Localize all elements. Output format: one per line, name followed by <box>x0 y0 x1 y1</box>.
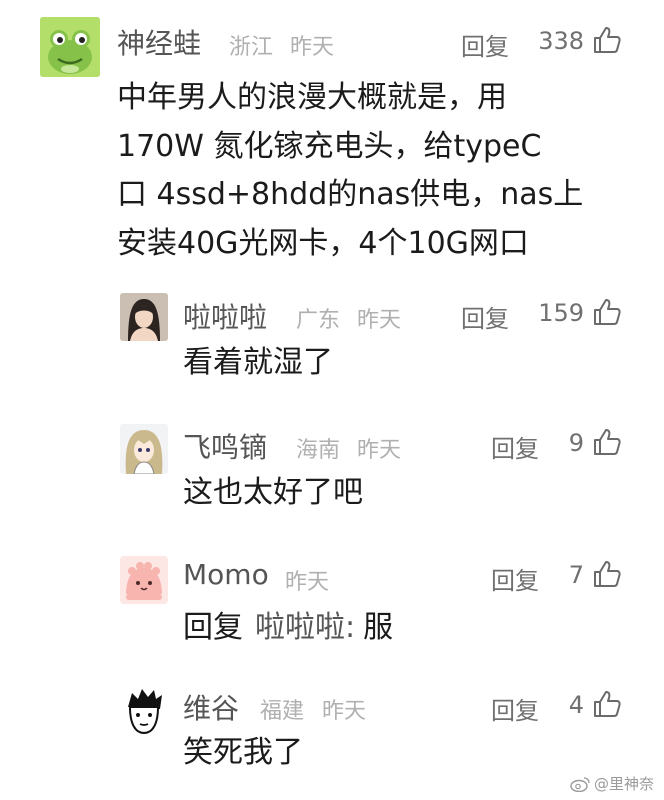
comment-text-line: 中年男人的浪漫大概就是，用 <box>117 80 507 115</box>
comment-text-line: 这也太好了吧 <box>183 475 363 510</box>
like-count: 9 <box>568 429 584 457</box>
reply-button[interactable]: 回复 <box>491 429 539 464</box>
comment-body: 看着就湿了 <box>183 341 333 385</box>
comment-body: 回复 啦啦啦: 服 <box>183 606 393 650</box>
username[interactable]: 维谷 <box>183 687 239 727</box>
watermark-text: @里神奈 <box>593 775 654 793</box>
reply-item: 啦啦啦 广东 昨天 回复 159 看着就湿了 <box>0 280 664 400</box>
comment-text-line: 口 4ssd+8hdd的nas供电，nas上 <box>117 177 584 212</box>
reply-button[interactable]: 回复 <box>491 691 539 726</box>
watermark: @里神奈 <box>570 773 654 794</box>
comment-body: 这也太好了吧 <box>183 471 363 515</box>
cute-animal-icon <box>120 556 168 604</box>
username[interactable]: 啦啦啦 <box>183 296 267 336</box>
reply-prefix: 回复 <box>183 610 243 645</box>
thumbs-up-icon[interactable] <box>592 427 622 457</box>
like-count: 7 <box>568 561 584 589</box>
frog-avatar[interactable] <box>40 17 100 77</box>
location-label: 广东 <box>296 308 341 333</box>
username[interactable]: 神经蛙 <box>117 22 201 62</box>
reply-target-username[interactable]: 啦啦啦: <box>255 610 355 645</box>
time-label: 昨天 <box>357 438 402 463</box>
comment-text-line: 笑死我了 <box>183 735 303 770</box>
comment-body: 笑死我了 <box>183 731 303 775</box>
comment-text-line: 170W 氮化镓充电头，给typeC <box>117 128 542 164</box>
thumbs-up-icon[interactable] <box>592 559 622 589</box>
location-label: 浙江 <box>229 35 274 60</box>
like-count: 159 <box>538 299 584 327</box>
reply-item: 维谷 福建 昨天 回复 4 笑死我了 <box>0 675 664 795</box>
pink-cat-avatar[interactable] <box>120 556 168 604</box>
anime-girl-avatar[interactable] <box>120 424 168 474</box>
anime-character-icon <box>120 424 168 474</box>
girl-photo-avatar[interactable] <box>120 293 168 341</box>
comment-text: 服 <box>363 610 394 645</box>
username[interactable]: Momo <box>183 558 269 591</box>
reply-button[interactable]: 回复 <box>461 299 509 334</box>
reply-button[interactable]: 回复 <box>461 27 509 62</box>
reply-item: 飞鸣镝 海南 昨天 回复 9 这也太好了吧 <box>0 410 664 530</box>
thumbs-up-icon[interactable] <box>592 297 622 327</box>
time-label: 昨天 <box>290 35 335 60</box>
time-label: 昨天 <box>285 570 330 595</box>
reply-item: Momo 昨天 回复 7 回复 啦啦啦: 服 <box>0 540 664 665</box>
like-count: 338 <box>538 27 584 55</box>
weibo-icon <box>570 776 590 792</box>
cartoon-face-icon <box>120 685 168 737</box>
comment-text-line: 看着就湿了 <box>183 345 333 380</box>
comment-body: 中年男人的浪漫大概就是，用 170W 氮化镓充电头，给typeC 口 4ssd+… <box>117 74 583 268</box>
time-label: 昨天 <box>357 308 402 333</box>
location-label: 海南 <box>296 438 341 463</box>
frog-icon <box>40 17 100 77</box>
comment-text-line: 安装40G光网卡，4个10G网口 <box>117 225 529 261</box>
like-count: 4 <box>568 691 584 719</box>
reply-button[interactable]: 回复 <box>491 561 539 596</box>
portrait-icon <box>120 293 168 341</box>
thumbs-up-icon[interactable] <box>592 689 622 719</box>
location-label: 福建 <box>260 699 305 724</box>
thumbs-up-icon[interactable] <box>592 25 622 55</box>
time-label: 昨天 <box>322 699 367 724</box>
comment-item: 神经蛙 浙江 昨天 回复 338 中年男人的浪漫大概就是，用 170W 氮化镓充… <box>0 0 664 270</box>
username[interactable]: 飞鸣镝 <box>183 426 267 466</box>
cartoon-boy-avatar[interactable] <box>120 685 168 737</box>
